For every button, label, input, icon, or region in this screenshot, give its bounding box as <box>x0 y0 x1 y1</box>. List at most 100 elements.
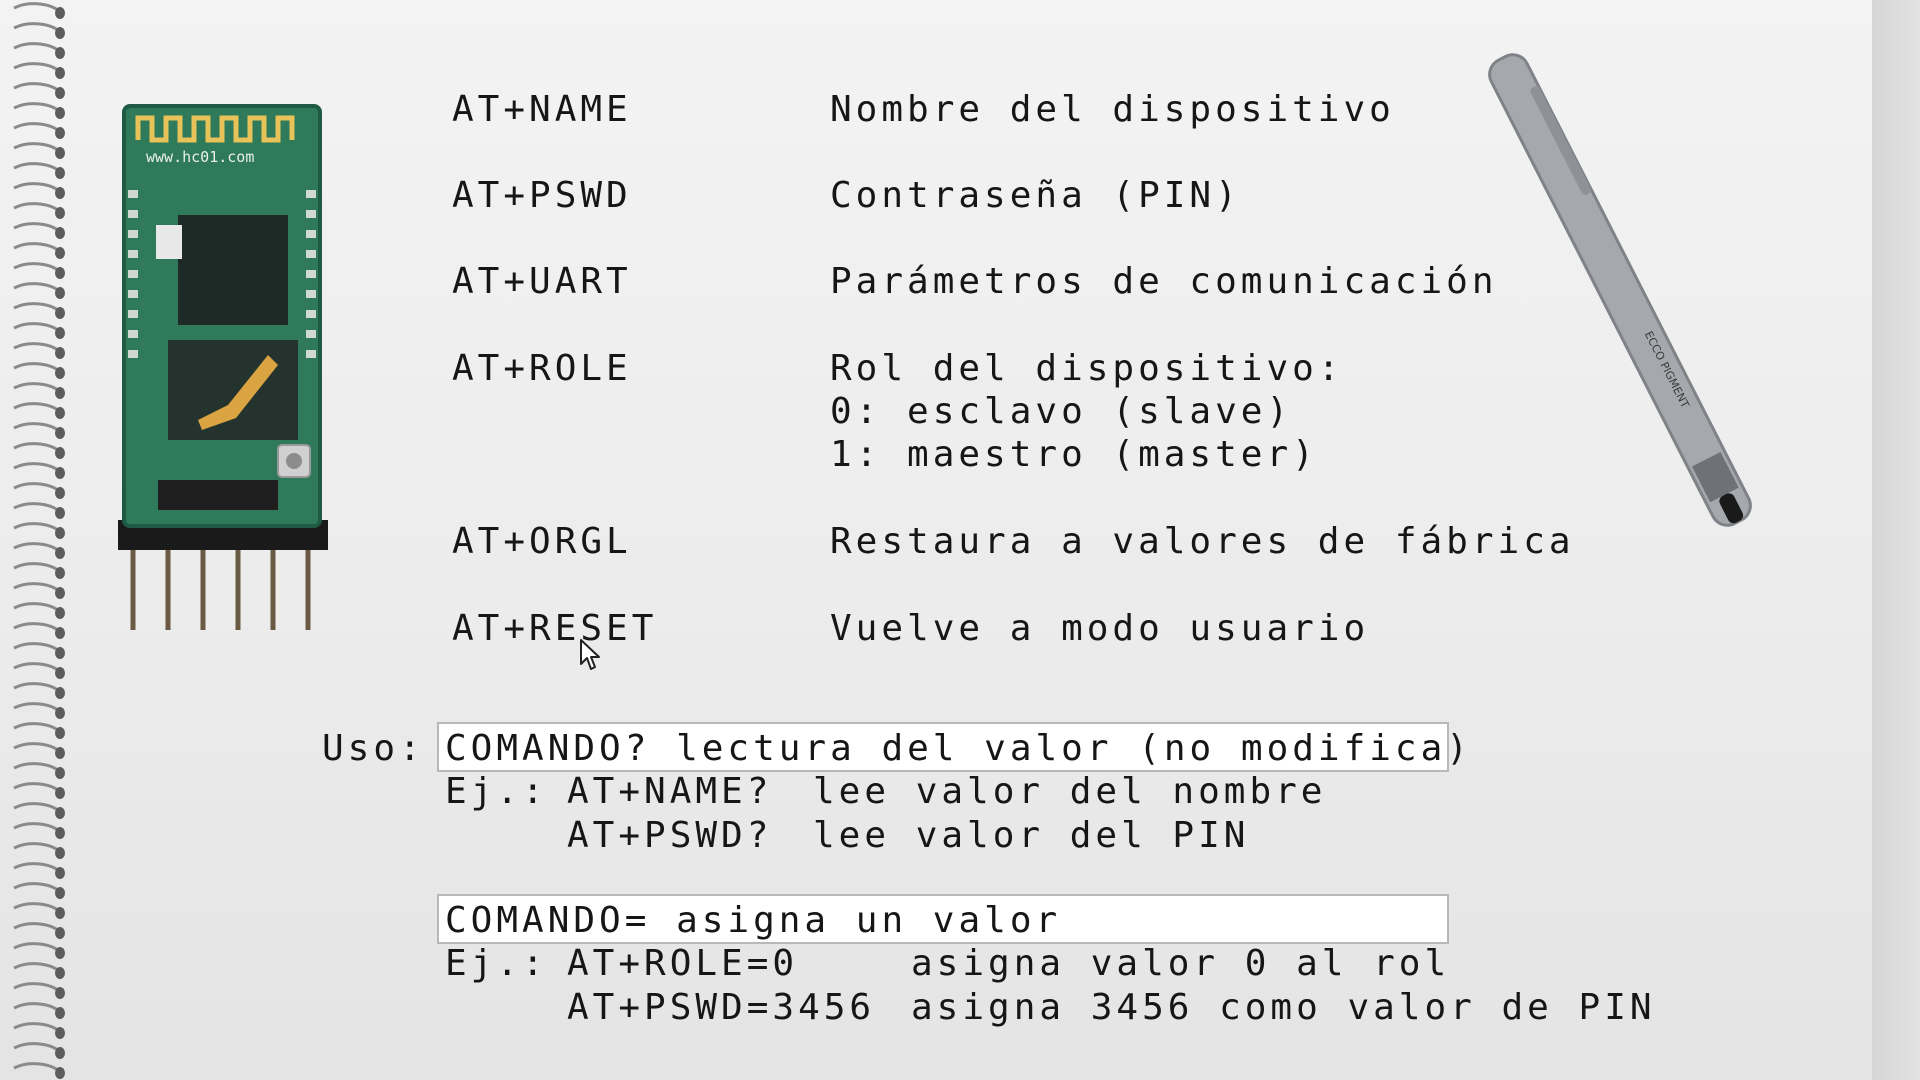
spiral-ring <box>13 702 62 714</box>
spiral-hole <box>55 367 65 379</box>
spiral-ring <box>13 682 62 694</box>
spiral-hole <box>55 647 65 659</box>
spiral-hole <box>55 687 65 699</box>
spiral-hole <box>55 887 65 899</box>
spiral-ring <box>13 942 62 954</box>
spiral-hole <box>55 987 65 999</box>
spiral-ring <box>13 822 62 834</box>
spiral-hole <box>55 207 65 219</box>
spiral-ring <box>13 642 62 654</box>
module-label: www.hc01.com <box>146 148 254 166</box>
spiral-hole <box>55 387 65 399</box>
spiral-hole <box>55 107 65 119</box>
spiral-ring <box>13 582 62 594</box>
read-example-text: lee valor del PIN <box>813 815 1250 856</box>
spiral-hole <box>55 67 65 79</box>
command-description: Contraseña (PIN) <box>830 175 1241 216</box>
spiral-hole <box>55 1047 65 1059</box>
read-example-cmd: AT+NAME? <box>567 771 773 812</box>
spiral-ring <box>13 442 62 454</box>
read-example-cmd: AT+PSWD? <box>567 815 773 856</box>
spiral-hole <box>55 667 65 679</box>
spiral-hole <box>55 727 65 739</box>
spiral-ring <box>13 922 62 934</box>
spiral-hole <box>55 347 65 359</box>
spiral-ring <box>13 462 62 474</box>
spiral-hole <box>55 1007 65 1019</box>
write-example-cmd: AT+PSWD=3456 <box>567 987 876 1028</box>
spiral-hole <box>55 27 65 39</box>
spiral-ring <box>13 1042 62 1054</box>
spiral-ring <box>13 722 62 734</box>
spiral-ring <box>13 142 62 154</box>
spiral-ring <box>13 502 62 514</box>
spiral-hole <box>55 87 65 99</box>
write-command-text: COMANDO= asigna un valor <box>445 900 1062 941</box>
spiral-ring <box>13 782 62 794</box>
read-command-text: COMANDO? lectura del valor (no modifica) <box>445 728 1472 769</box>
command-name: AT+PSWD <box>452 175 632 216</box>
command-description: Parámetros de comunicación <box>830 261 1498 302</box>
spiral-hole <box>55 747 65 759</box>
command-name: AT+ORGL <box>452 521 632 562</box>
spiral-ring <box>13 402 62 414</box>
mouse-cursor-icon <box>580 639 600 670</box>
spiral-hole <box>55 247 65 259</box>
spiral-ring <box>13 42 62 54</box>
spiral-hole <box>55 527 65 539</box>
write-example-text: asigna 3456 como valor de PIN <box>911 987 1656 1028</box>
spiral-ring <box>13 102 62 114</box>
spiral-hole <box>55 967 65 979</box>
spiral-hole <box>55 407 65 419</box>
spiral-hole <box>55 707 65 719</box>
bluetooth-module-image: www.hc01.com <box>118 104 328 630</box>
spiral-ring <box>13 382 62 394</box>
command-name: AT+UART <box>452 261 632 302</box>
spiral-ring <box>13 122 62 134</box>
command-description: Rol del dispositivo: <box>830 348 1344 389</box>
command-description: Vuelve a modo usuario <box>830 608 1370 649</box>
spiral-ring <box>13 62 62 74</box>
write-example-label: Ej.: <box>445 943 548 984</box>
spiral-hole <box>55 607 65 619</box>
spiral-ring <box>13 982 62 994</box>
spiral-ring <box>13 662 62 674</box>
spiral-ring <box>13 1002 62 1014</box>
spiral-hole <box>55 587 65 599</box>
spiral-ring <box>13 542 62 554</box>
spiral-hole <box>55 7 65 19</box>
spiral-ring <box>13 802 62 814</box>
spiral-hole <box>55 127 65 139</box>
spiral-ring <box>13 962 62 974</box>
spiral-hole <box>55 547 65 559</box>
command-name: AT+ROLE <box>452 348 632 389</box>
spiral-ring <box>13 2 62 14</box>
spiral-hole <box>55 507 65 519</box>
spiral-ring <box>13 82 62 94</box>
spiral-ring <box>13 1022 62 1034</box>
spiral-hole <box>55 227 65 239</box>
spiral-hole <box>55 927 65 939</box>
spiral-ring <box>13 202 62 214</box>
spiral-hole <box>55 427 65 439</box>
spiral-ring <box>13 342 62 354</box>
spiral-ring <box>13 562 62 574</box>
spiral-hole <box>55 327 65 339</box>
spiral-hole <box>55 467 65 479</box>
spiral-ring <box>13 602 62 614</box>
spiral-binding <box>13 2 65 1079</box>
spiral-ring <box>13 182 62 194</box>
spiral-ring <box>13 522 62 534</box>
spiral-hole <box>55 827 65 839</box>
command-description: Restaura a valores de fábrica <box>830 521 1575 562</box>
spiral-ring <box>13 322 62 334</box>
spiral-ring <box>13 762 62 774</box>
spiral-ring <box>13 302 62 314</box>
spiral-ring <box>13 22 62 34</box>
spiral-ring <box>13 842 62 854</box>
spiral-hole <box>55 167 65 179</box>
spiral-hole <box>55 47 65 59</box>
spiral-ring <box>13 362 62 374</box>
write-example-cmd: AT+ROLE=0 <box>567 943 799 984</box>
spiral-hole <box>55 847 65 859</box>
